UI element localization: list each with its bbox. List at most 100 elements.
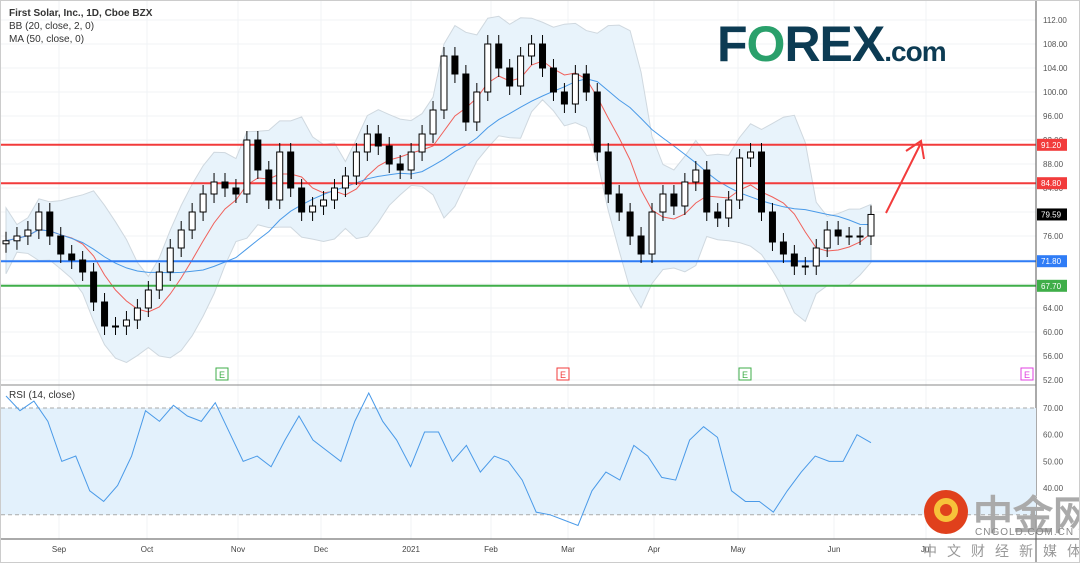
candle — [188, 211, 196, 231]
candle — [528, 43, 536, 57]
candle — [57, 235, 65, 255]
candle — [747, 151, 755, 159]
time-tick-label: Nov — [231, 545, 245, 554]
price-tick-label: 64.00 — [1043, 304, 1064, 313]
candle — [484, 43, 492, 93]
price-label-text: 67.70 — [1041, 282, 1062, 291]
time-tick-label: Dec — [314, 545, 328, 554]
earnings-marker-label: E — [219, 370, 225, 380]
candle — [758, 151, 766, 213]
candle — [779, 241, 787, 255]
logo-rex: REX — [784, 16, 885, 72]
candle — [385, 145, 393, 165]
rsi-indicator-label[interactable]: RSI (14, close) — [9, 390, 75, 401]
candle — [13, 235, 21, 242]
candle — [670, 193, 678, 207]
candle — [593, 91, 601, 153]
chart-legend: First Solar, Inc., 1D, Cboe BZX BB (20, … — [9, 7, 152, 46]
candle — [736, 157, 744, 201]
candle — [90, 271, 98, 303]
price-tick-label: 100.00 — [1043, 88, 1068, 97]
candle — [703, 169, 711, 213]
candle — [549, 67, 557, 93]
candle — [462, 73, 470, 123]
price-tick-label: 96.00 — [1043, 112, 1064, 121]
candle — [856, 235, 864, 238]
candle — [2, 240, 10, 245]
candle — [341, 175, 349, 189]
price-tick-label: 88.00 — [1043, 160, 1064, 169]
candle — [35, 211, 43, 231]
candle — [571, 73, 579, 105]
candle — [517, 55, 525, 87]
logo-com: .com — [884, 36, 946, 67]
price-tick-label: 104.00 — [1043, 64, 1068, 73]
time-tick-label: 2021 — [402, 545, 420, 554]
logo-o: O — [746, 16, 786, 72]
candle — [407, 151, 415, 171]
time-tick-label: Jun — [828, 545, 841, 554]
cngold-logo-icon — [924, 490, 968, 534]
candle — [254, 139, 262, 171]
price-tick-label: 112.00 — [1043, 16, 1067, 25]
watermark-url: CNGOLD.COM.CN — [975, 527, 1075, 538]
cngold-watermark: 中金网 CNGOLD.COM.CN 中文财经新媒体 — [923, 489, 1079, 559]
candle — [122, 319, 130, 327]
candle — [692, 169, 700, 183]
rsi-tick-label: 70.00 — [1043, 404, 1064, 413]
candle — [582, 73, 590, 93]
candle — [330, 187, 338, 201]
candle — [352, 151, 360, 177]
time-tick-label: Apr — [648, 545, 661, 554]
candle — [287, 151, 295, 189]
chart-canvas[interactable]: EEEE112.00108.00104.00100.0096.0092.0088… — [1, 1, 1080, 563]
bb-indicator-label[interactable]: BB (20, close, 2, 0) — [9, 20, 152, 33]
candle — [506, 67, 514, 87]
candle — [111, 325, 119, 328]
candle — [309, 205, 317, 213]
candle — [46, 211, 54, 237]
candle — [440, 55, 448, 111]
candle — [845, 235, 853, 238]
candle — [418, 133, 426, 153]
arrow-annotation — [885, 142, 922, 214]
price-label-text: 79.59 — [1041, 210, 1062, 219]
earnings-marker-label: E — [560, 370, 566, 380]
candle — [24, 229, 32, 237]
candle — [659, 193, 667, 213]
candle — [790, 253, 798, 267]
price-tick-label: 76.00 — [1043, 232, 1064, 241]
rsi-tick-label: 50.00 — [1043, 457, 1064, 466]
candle — [725, 199, 733, 219]
chart-window: EEEE112.00108.00104.00100.0096.0092.0088… — [0, 0, 1080, 563]
candle — [144, 289, 152, 309]
candle — [539, 43, 547, 69]
rsi-tick-label: 60.00 — [1043, 431, 1064, 440]
time-tick-label: May — [730, 545, 745, 554]
candle — [473, 91, 481, 123]
price-label-text: 71.80 — [1041, 257, 1062, 266]
time-tick-label: Sep — [52, 545, 67, 554]
forex-logo: FOREX.com — [717, 15, 947, 73]
candle — [210, 181, 218, 195]
candle — [79, 259, 87, 273]
candle — [714, 211, 722, 219]
price-tick-label: 56.00 — [1043, 352, 1064, 361]
time-tick-label: Feb — [484, 545, 498, 554]
candle — [396, 163, 404, 171]
ma-indicator-label[interactable]: MA (50, close, 0) — [9, 33, 152, 46]
candle — [68, 253, 76, 261]
candle — [560, 91, 568, 105]
candle — [199, 193, 207, 213]
time-tick-label: Oct — [141, 545, 154, 554]
earnings-marker-label: E — [742, 370, 748, 380]
candle — [429, 109, 437, 135]
logo-f: F — [717, 16, 748, 72]
candle — [133, 307, 141, 321]
candle — [867, 213, 875, 237]
candle — [276, 151, 284, 201]
candle — [243, 139, 251, 195]
candle — [155, 271, 163, 291]
candle — [451, 55, 459, 75]
candle — [166, 247, 174, 273]
